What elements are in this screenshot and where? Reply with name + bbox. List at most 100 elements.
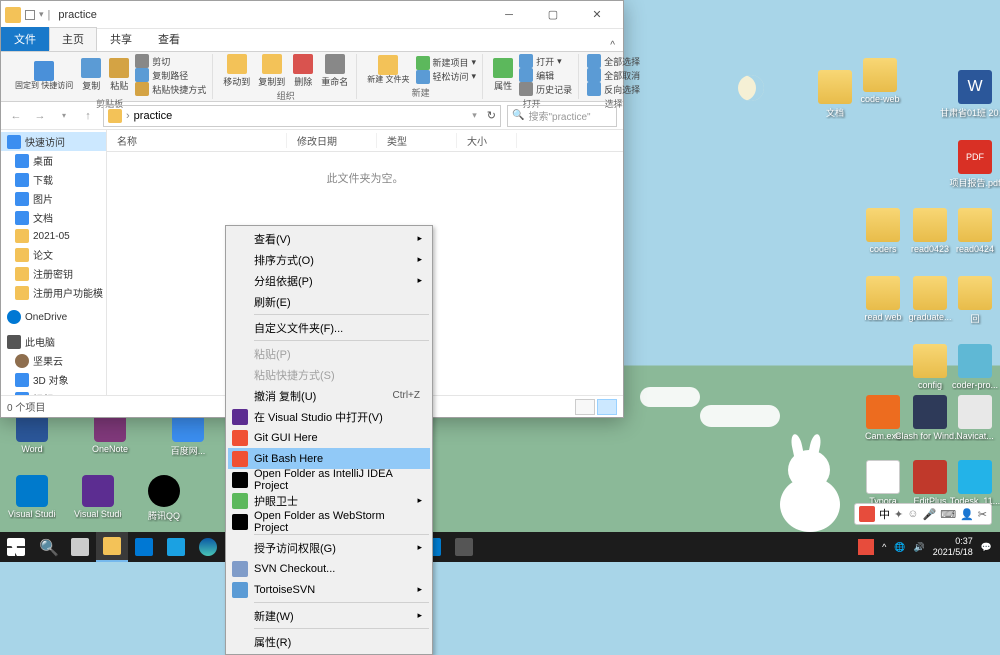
ctx-git-gui[interactable]: Git GUI Here: [228, 427, 430, 448]
edit-button[interactable]: 编辑: [519, 68, 572, 82]
sidebar-3d-objects[interactable]: 3D 对象: [1, 370, 106, 389]
tray-notifications-icon[interactable]: 💬: [981, 542, 992, 553]
selectnone-button[interactable]: 全部取消: [587, 68, 640, 82]
pin-button[interactable]: 固定到 快捷访问: [13, 61, 75, 90]
nav-forward-button[interactable]: →: [31, 107, 49, 125]
taskbar-edge[interactable]: [192, 532, 224, 562]
minimize-button[interactable]: ─: [487, 1, 531, 29]
nav-up-button[interactable]: ↑: [79, 107, 97, 125]
ctx-sort[interactable]: 排序方式(O)▸: [228, 249, 430, 270]
sidebar-downloads[interactable]: 下载: [1, 170, 106, 189]
ctx-view[interactable]: 查看(V)▸: [228, 228, 430, 249]
nav-recent-button[interactable]: ▾: [55, 107, 73, 125]
copy-button[interactable]: 复制: [79, 58, 103, 92]
tray-sogou-icon[interactable]: [858, 539, 874, 555]
taskbar-app[interactable]: [448, 532, 480, 562]
tab-view[interactable]: 查看: [145, 27, 193, 51]
ctx-new[interactable]: 新建(W)▸: [228, 605, 430, 626]
pasteshortcut-button[interactable]: 粘贴快捷方式: [135, 82, 206, 96]
tray-expand-icon[interactable]: ^: [882, 542, 886, 552]
ctx-webstorm[interactable]: Open Folder as WebStorm Project: [228, 511, 430, 532]
selectall-button[interactable]: 全部选择: [587, 54, 640, 68]
history-button[interactable]: 历史记录: [519, 82, 572, 96]
paste-button[interactable]: 粘贴: [107, 58, 131, 92]
copyto-button[interactable]: 复制到: [256, 54, 287, 88]
open-button[interactable]: 打开▾: [519, 54, 572, 68]
desktop-folder-read0424[interactable]: read0424: [950, 208, 1000, 254]
desktop-folder-coder-pro[interactable]: coder-pro...: [950, 344, 1000, 390]
taskbar-clock[interactable]: 0:37 2021/5/18: [933, 536, 973, 558]
view-icons-button[interactable]: [597, 399, 617, 415]
maximize-button[interactable]: ▢: [531, 1, 575, 29]
col-size[interactable]: 大小: [457, 133, 517, 148]
view-details-button[interactable]: [575, 399, 595, 415]
start-button[interactable]: [0, 532, 32, 562]
desktop-pdf-doc[interactable]: PDF项目报告.pdf: [950, 140, 1000, 189]
sidebar-quick-access[interactable]: 快速访问: [1, 132, 106, 151]
sidebar-folder-2021[interactable]: 2021-05: [1, 227, 106, 245]
close-button[interactable]: ✕: [575, 1, 619, 29]
desktop-folder-wendang[interactable]: 文档: [810, 70, 860, 119]
sidebar-onedrive[interactable]: OneDrive: [1, 308, 106, 326]
col-name[interactable]: 名称: [107, 133, 287, 148]
sidebar-pictures[interactable]: 图片: [1, 189, 106, 208]
search-input[interactable]: 🔍 搜索"practice": [507, 105, 617, 127]
breadcrumb-segment[interactable]: practice: [134, 110, 173, 122]
taskbar-explorer[interactable]: [96, 532, 128, 562]
ctx-intellij[interactable]: Open Folder as IntelliJ IDEA Project: [228, 469, 430, 490]
desktop-app-navicat[interactable]: Navicat...: [950, 395, 1000, 441]
ctx-groupby[interactable]: 分组依据(P)▸: [228, 270, 430, 291]
ime-toolbar[interactable]: 中 ✦☺ 🎤⌨ 👤✂: [854, 503, 992, 525]
sidebar-documents[interactable]: 文档: [1, 208, 106, 227]
col-type[interactable]: 类型: [377, 133, 457, 148]
desktop-word-doc[interactable]: W甘肃省01班 2010101...: [950, 70, 1000, 119]
ctx-grant-access[interactable]: 授予访问权限(G)▸: [228, 537, 430, 558]
ctx-undo[interactable]: 撤消 复制(U)Ctrl+Z: [228, 385, 430, 406]
desktop-app-todesk[interactable]: Todesk_11...: [950, 460, 1000, 506]
newitem-button[interactable]: 新建项目▾: [416, 56, 477, 70]
desktop-app-vs2019[interactable]: Visual Studio 2019: [74, 475, 122, 522]
address-bar[interactable]: › practice ▾ ↻: [103, 105, 501, 127]
delete-button[interactable]: 删除: [291, 54, 315, 88]
ctx-tortoisesvn[interactable]: TortoiseSVN▸: [228, 579, 430, 600]
selectinv-button[interactable]: 反向选择: [587, 82, 640, 96]
qat-button[interactable]: [25, 10, 35, 20]
desktop-app-vscode[interactable]: Visual Studio Code: [8, 475, 56, 522]
tray-volume-icon[interactable]: 🔊: [914, 542, 925, 553]
nav-back-button[interactable]: ←: [7, 107, 25, 125]
col-date[interactable]: 修改日期: [287, 133, 377, 148]
desktop-app-qq[interactable]: 腾讯QQ: [140, 475, 188, 522]
properties-button[interactable]: 属性: [491, 58, 515, 92]
tab-home[interactable]: 主页: [49, 27, 97, 51]
taskview-button[interactable]: [64, 532, 96, 562]
moveto-button[interactable]: 移动到: [221, 54, 252, 88]
refresh-icon[interactable]: ↻: [487, 109, 496, 122]
ctx-open-vs[interactable]: 在 Visual Studio 中打开(V): [228, 406, 430, 427]
tray-network-icon[interactable]: 🌐: [894, 542, 905, 553]
search-button[interactable]: 🔍: [32, 532, 64, 562]
sidebar-folder-regmod[interactable]: 注册用户功能模: [1, 283, 106, 302]
sidebar-jianguo[interactable]: 坚果云: [1, 351, 106, 370]
ctx-git-bash[interactable]: Git Bash Here: [228, 448, 430, 469]
sidebar-folder-reg[interactable]: 注册密钥: [1, 264, 106, 283]
ctx-properties[interactable]: 属性(R): [228, 631, 430, 652]
ctx-customize[interactable]: 自定义文件夹(F)...: [228, 317, 430, 338]
sidebar-desktop[interactable]: 桌面: [1, 151, 106, 170]
copypath-button[interactable]: 复制路径: [135, 68, 206, 82]
tab-share[interactable]: 共享: [97, 27, 145, 51]
cut-button[interactable]: 剪切: [135, 54, 206, 68]
sidebar-folder-lunwen[interactable]: 论文: [1, 245, 106, 264]
taskbar-app[interactable]: [128, 532, 160, 562]
newfolder-button[interactable]: 新建 文件夹: [365, 55, 411, 84]
sidebar-thispc[interactable]: 此电脑: [1, 332, 106, 351]
tab-file[interactable]: 文件: [1, 27, 49, 51]
easyaccess-button[interactable]: 轻松访问▾: [416, 70, 477, 84]
desktop-recycle-bin[interactable]: 回: [950, 276, 1000, 325]
ribbon-collapse-icon[interactable]: ^: [602, 40, 623, 51]
ctx-refresh[interactable]: 刷新(E): [228, 291, 430, 312]
taskbar-app[interactable]: [160, 532, 192, 562]
ctx-svn-checkout[interactable]: SVN Checkout...: [228, 558, 430, 579]
rename-button[interactable]: 重命名: [319, 54, 350, 88]
ctx-huyan[interactable]: 护眼卫士▸: [228, 490, 430, 511]
desktop-folder-code-web[interactable]: code-web: [855, 58, 905, 104]
